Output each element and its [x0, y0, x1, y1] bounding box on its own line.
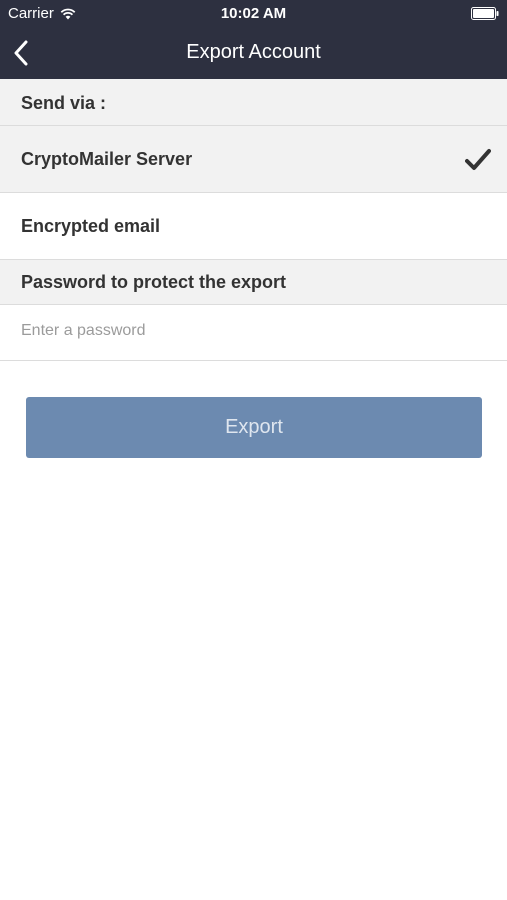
battery-icon — [471, 7, 499, 20]
password-header: Password to protect the export — [0, 260, 507, 305]
password-header-label: Password to protect the export — [21, 272, 287, 292]
option-cryptomailer-server-label: CryptoMailer Server — [21, 149, 193, 169]
page-title: Export Account — [186, 41, 321, 63]
option-cryptomailer-server[interactable]: CryptoMailer Server — [0, 126, 507, 193]
option-encrypted-email[interactable]: Encrypted email — [0, 193, 507, 260]
send-via-header: Send via : — [0, 79, 507, 126]
send-via-header-label: Send via : — [21, 93, 107, 113]
top-bar: Carrier 10:02 AM Export Account — [0, 0, 507, 79]
checkmark-icon — [465, 149, 491, 170]
password-input[interactable] — [21, 319, 481, 343]
export-button[interactable]: Export — [26, 397, 482, 458]
navigation-bar: Export Account — [0, 28, 507, 79]
status-bar: Carrier 10:02 AM — [0, 0, 507, 28]
status-time: 10:02 AM — [220, 5, 287, 22]
password-row — [0, 305, 507, 361]
option-encrypted-email-label: Encrypted email — [21, 216, 161, 236]
